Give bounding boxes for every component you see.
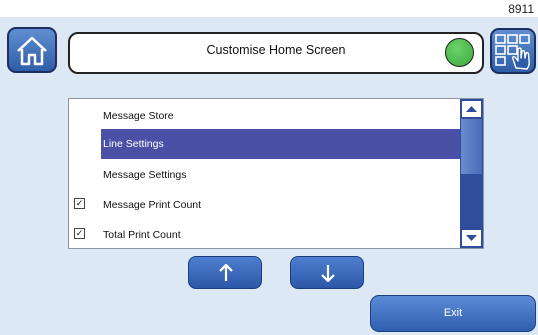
list-item[interactable]: Message Settings <box>69 160 461 190</box>
scrollbar[interactable] <box>460 99 483 248</box>
grid-button[interactable] <box>490 28 536 74</box>
checkbox[interactable]: ✓ <box>74 198 85 209</box>
home-button[interactable] <box>7 27 57 73</box>
home-icon <box>17 36 47 66</box>
checkbox[interactable]: ✓ <box>74 228 85 239</box>
item-list: Message Store Line Settings Message Sett… <box>68 98 484 249</box>
arrow-down-icon <box>321 265 335 282</box>
page-title: Customise Home Screen <box>206 43 346 57</box>
scroll-up-button[interactable] <box>461 100 482 118</box>
list-item-selected[interactable]: Line Settings <box>69 129 461 159</box>
list-item[interactable]: ✓ Total Print Count <box>69 220 461 250</box>
status-indicator <box>445 38 474 67</box>
exit-button[interactable]: Exit <box>370 295 536 332</box>
scroll-thumb[interactable] <box>461 119 482 174</box>
list-item-label: Line Settings <box>103 138 164 150</box>
list-item-label: Total Print Count <box>103 229 181 241</box>
move-up-button[interactable] <box>188 256 262 289</box>
triangle-up-icon <box>466 106 477 112</box>
list-item-label: Message Print Count <box>103 199 202 211</box>
move-down-button[interactable] <box>290 256 364 289</box>
list-item-label: Message Store <box>103 110 174 122</box>
arrow-up-icon <box>219 264 233 281</box>
list-item-label: Message Settings <box>103 169 187 181</box>
device-id: 8911 <box>508 2 534 16</box>
title-bar: Customise Home Screen <box>68 32 484 74</box>
triangle-down-icon <box>466 235 477 241</box>
list-item[interactable]: ✓ Message Print Count <box>69 190 461 220</box>
grid-hand-icon <box>495 34 530 70</box>
scroll-down-button[interactable] <box>461 229 482 247</box>
list-item[interactable]: Message Store <box>69 101 461 131</box>
